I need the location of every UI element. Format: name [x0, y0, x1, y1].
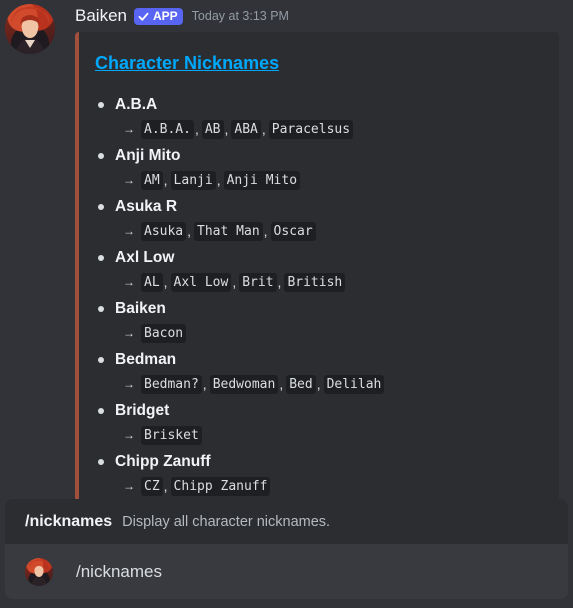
right-arrow-icon: →	[123, 224, 135, 238]
nickname-code: A.B.A.	[141, 119, 194, 139]
embed: Character Nicknames A.B.A → A.B.A., AB, …	[75, 32, 559, 502]
right-arrow-icon: →	[123, 377, 135, 391]
nickname-code: Asuka	[141, 221, 187, 241]
right-arrow-icon: →	[123, 479, 135, 493]
character-list: A.B.A → A.B.A., AB, ABA, Paracelsus Anji…	[95, 95, 555, 502]
nickname-code: Bedman?	[141, 374, 202, 394]
bullet-icon	[98, 408, 104, 414]
right-arrow-icon: →	[123, 275, 135, 289]
nickname-code: AL	[141, 272, 163, 292]
nickname-code: Delilah	[323, 374, 385, 394]
character-name: Baiken	[115, 300, 166, 317]
bullet-icon	[98, 153, 104, 159]
right-arrow-icon: →	[123, 173, 135, 187]
nickname-code: Brisket	[141, 425, 202, 445]
command-name: /nicknames	[25, 512, 113, 530]
list-item: Baiken → Bacon	[95, 299, 555, 350]
nickname-code: AM	[141, 170, 163, 190]
right-arrow-icon: →	[123, 428, 135, 442]
bullet-icon	[98, 204, 104, 210]
bullet-icon	[98, 255, 104, 261]
nickname-row: → A.B.A., AB, ABA, Paracelsus	[123, 119, 354, 139]
nickname-row: → Bacon	[123, 323, 187, 343]
bot-avatar[interactable]	[5, 4, 55, 54]
message-input-bar[interactable]: /nicknames	[5, 544, 568, 599]
nickname-code: That Man	[194, 221, 263, 241]
nickname-row: → Bedman?, Bedwoman, Bed, Delilah	[123, 374, 385, 394]
timestamp[interactable]: Today at 3:13 PM	[192, 9, 289, 23]
character-name: Anji Mito	[115, 147, 181, 164]
nickname-code: British	[284, 272, 346, 292]
bullet-icon	[98, 306, 104, 312]
list-item: A.B.A → A.B.A., AB, ABA, Paracelsus	[95, 95, 555, 146]
message-header: Baiken APP Today at 3:13 PM	[75, 4, 289, 28]
character-name: Bedman	[115, 351, 177, 368]
character-name: A.B.A	[115, 96, 158, 113]
nickname-code: Brit	[239, 272, 277, 292]
command-description: Display all character nicknames.	[122, 513, 331, 530]
right-arrow-icon: →	[123, 122, 135, 136]
list-item: Asuka R → Asuka, That Man, Oscar	[95, 197, 555, 248]
character-name: Chipp Zanuff	[115, 453, 211, 470]
avatar-art-icon	[28, 558, 50, 586]
character-name: Bridget	[115, 402, 170, 419]
nickname-row: → Asuka, That Man, Oscar	[123, 221, 316, 241]
nickname-code: Bacon	[141, 323, 187, 343]
bullet-icon	[98, 459, 104, 465]
nickname-code: Oscar	[270, 221, 316, 241]
list-item: Anji Mito → AM, Lanji, Anji Mito	[95, 146, 555, 197]
character-name: Asuka R	[115, 198, 178, 215]
nickname-row: → AM, Lanji, Anji Mito	[123, 170, 301, 190]
username[interactable]: Baiken	[75, 6, 127, 26]
nickname-code: CZ	[141, 476, 163, 496]
app-badge: APP	[133, 7, 183, 25]
nickname-code: Axl Low	[170, 272, 232, 292]
badge-label: APP	[152, 9, 178, 23]
nickname-code: Chipp Zanuff	[170, 476, 271, 496]
right-arrow-icon: →	[123, 326, 135, 340]
bullet-icon	[98, 357, 104, 363]
nickname-code: Anji Mito	[223, 170, 301, 190]
avatar-art-icon	[11, 6, 50, 54]
nickname-code: Lanji	[170, 170, 216, 190]
list-item: Bridget → Brisket	[95, 401, 555, 452]
list-item: Axl Low → AL, Axl Low, Brit, British	[95, 248, 555, 299]
checkmark-icon	[138, 12, 149, 21]
message-input[interactable]: /nicknames	[76, 562, 162, 582]
embed-title-link[interactable]: Character Nicknames	[95, 53, 279, 74]
list-item: Chipp Zanuff → CZ, Chipp Zanuff	[95, 452, 555, 502]
nickname-code: ABA	[231, 119, 261, 139]
command-suggestion[interactable]: /nicknames Display all character nicknam…	[5, 499, 568, 544]
nickname-code: Paracelsus	[268, 119, 354, 139]
nickname-row: → CZ, Chipp Zanuff	[123, 476, 271, 496]
command-app-avatar	[25, 557, 53, 586]
bullet-icon	[98, 102, 104, 108]
nickname-code: Bedwoman	[209, 374, 279, 394]
nickname-code: AB	[201, 119, 224, 139]
character-name: Axl Low	[115, 249, 175, 266]
nickname-row: → Brisket	[123, 425, 202, 445]
list-item: Bedman → Bedman?, Bedwoman, Bed, Delilah	[95, 350, 555, 401]
nickname-code: Bed	[286, 374, 316, 394]
nickname-row: → AL, Axl Low, Brit, British	[123, 272, 346, 292]
